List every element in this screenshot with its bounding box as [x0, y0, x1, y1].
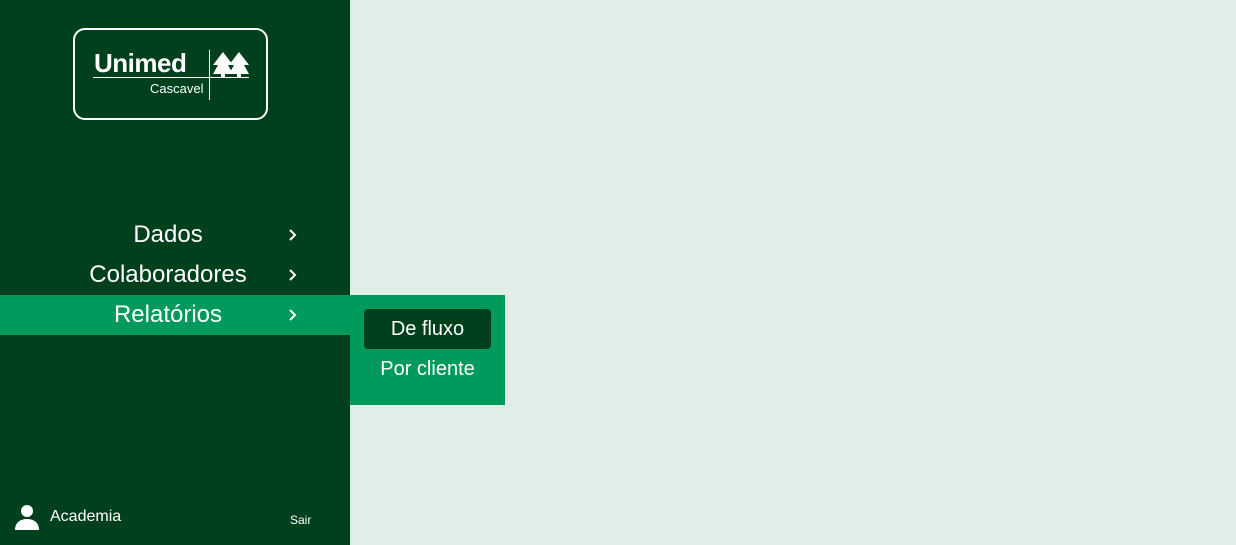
reports-submenu: De fluxo Por cliente	[350, 295, 505, 405]
menu-item-dados[interactable]: Dados	[0, 215, 350, 255]
logout-button[interactable]: Sair	[290, 513, 311, 527]
chevron-right-icon	[289, 309, 297, 321]
menu-item-relatorios[interactable]: Relatórios	[0, 295, 350, 335]
main-menu: Dados Colaboradores Relatórios	[0, 215, 350, 335]
sidebar: Unimed Cascavel Dados Colaboradores Rela…	[0, 0, 350, 545]
user-name: Academia	[50, 508, 122, 525]
chevron-right-icon	[289, 229, 297, 241]
user-info: Academia	[14, 503, 121, 531]
brand-unit: Cascavel	[150, 81, 204, 96]
main-content	[350, 0, 1236, 545]
chevron-right-icon	[289, 269, 297, 281]
submenu-item-de-fluxo[interactable]: De fluxo	[364, 309, 491, 349]
logo-divider-vertical	[209, 50, 210, 100]
brand-name: Unimed	[94, 48, 187, 78]
menu-item-colaboradores[interactable]: Colaboradores	[0, 255, 350, 295]
brand-logo: Unimed Cascavel	[73, 28, 268, 120]
submenu-item-por-cliente[interactable]: Por cliente	[364, 349, 491, 389]
tree-logo-icon	[213, 52, 249, 78]
user-icon	[15, 505, 39, 530]
